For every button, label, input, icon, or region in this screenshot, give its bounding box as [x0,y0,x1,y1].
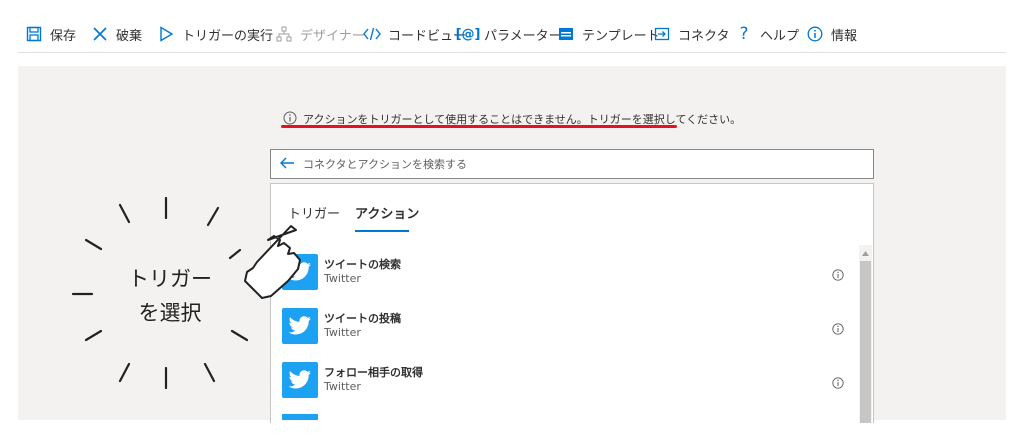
annotation-line2: を選択 [138,301,202,325]
annotation-burst [71,196,301,390]
annotation-text: トリガー を選択 [115,262,225,330]
annotation-line1: トリガー [128,267,212,291]
pointing-hand-icon [244,225,301,299]
